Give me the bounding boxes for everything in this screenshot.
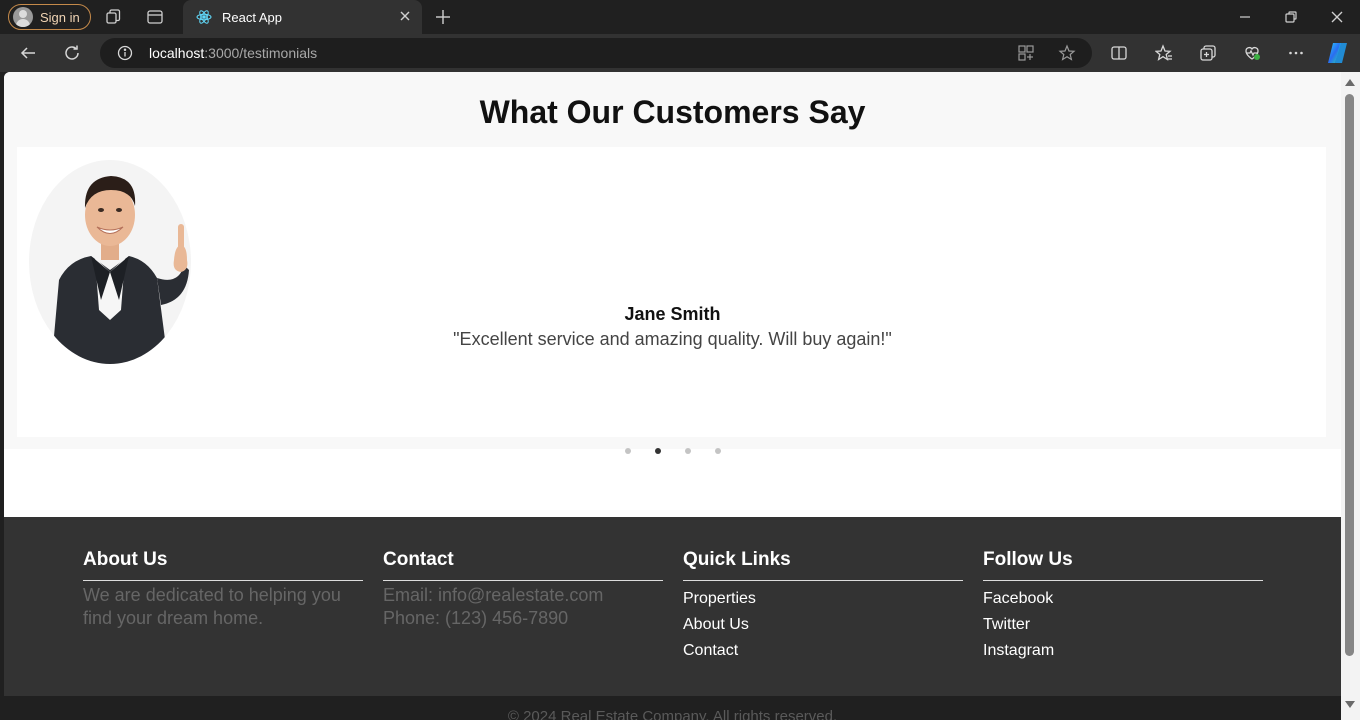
footer-heading-about: About Us (83, 549, 363, 581)
footer-heading-quick-links: Quick Links (683, 549, 963, 581)
footer-heading-follow: Follow Us (983, 549, 1263, 581)
footer-copyright: © 2024 Real Estate Company. All rights r… (4, 696, 1341, 720)
carousel-dot[interactable] (613, 446, 643, 456)
page-title: What Our Customers Say (479, 94, 866, 130)
footer-about-text: We are dedicated to helping you find you… (83, 585, 341, 628)
footer-link-contact[interactable]: Contact (683, 641, 963, 660)
url-path: :3000/testimonials (204, 45, 318, 61)
footer-link-properties[interactable]: Properties (683, 589, 963, 608)
carousel-dot[interactable] (703, 446, 733, 456)
url-text[interactable]: localhost:3000/testimonials (149, 45, 317, 61)
footer-follow: Follow Us Facebook Twitter Instagram (983, 549, 1263, 660)
favorite-star-icon[interactable] (1058, 44, 1076, 62)
more-options-icon[interactable] (1287, 44, 1305, 62)
testimonial-quote: "Excellent service and amazing quality. … (453, 329, 892, 349)
tab-actions-icon[interactable] (146, 8, 164, 26)
carousel-dot[interactable] (673, 446, 703, 456)
footer-about: About Us We are dedicated to helping you… (83, 549, 363, 630)
footer-link-about[interactable]: About Us (683, 615, 963, 634)
favorites-icon[interactable] (1155, 44, 1173, 62)
testimonials-section: What Our Customers Say Jane Smith "Excel… (4, 72, 1341, 454)
browser-toolbar: localhost:3000/testimonials (0, 34, 1360, 72)
tab-react-app[interactable]: React App (183, 0, 422, 34)
copilot-icon[interactable] (1326, 42, 1350, 64)
sign-in-button[interactable]: Sign in (8, 4, 91, 30)
footer-link-instagram[interactable]: Instagram (983, 641, 1263, 660)
back-arrow-icon[interactable] (19, 44, 37, 62)
react-logo-icon (196, 10, 212, 24)
browser-title-bar: Sign in React App (0, 0, 1360, 34)
minimize-icon[interactable] (1236, 8, 1254, 26)
sign-in-label: Sign in (40, 9, 80, 25)
scrollbar-thumb[interactable] (1345, 94, 1354, 656)
site-info-icon[interactable] (117, 45, 133, 61)
scroll-down-arrow-icon[interactable] (1345, 701, 1355, 708)
restore-icon[interactable] (1282, 8, 1300, 26)
site-footer: About Us We are dedicated to helping you… (4, 517, 1341, 720)
carousel-dot-active[interactable] (643, 446, 673, 456)
new-tab-icon[interactable] (434, 8, 452, 26)
carousel-dots (4, 446, 1341, 456)
footer-contact-phone: Phone: (123) 456-7890 (383, 608, 569, 628)
scroll-up-arrow-icon[interactable] (1345, 79, 1355, 86)
footer-quick-links: Quick Links Properties About Us Contact (683, 549, 963, 660)
page-scrollbar[interactable] (1341, 72, 1360, 720)
testimonial-card (17, 147, 1326, 437)
close-tab-icon[interactable] (398, 9, 412, 23)
footer-contact-email: Email: info@realestate.com (383, 585, 604, 605)
tab-title: React App (222, 9, 282, 25)
testimonial-author: Jane Smith (624, 304, 721, 324)
workspaces-icon[interactable] (104, 8, 122, 26)
footer-link-twitter[interactable]: Twitter (983, 615, 1263, 634)
address-bar[interactable]: localhost:3000/testimonials (100, 38, 1092, 68)
split-screen-icon[interactable] (1110, 44, 1128, 62)
profile-avatar-icon (13, 7, 33, 27)
refresh-icon[interactable] (63, 44, 81, 62)
url-host: localhost (149, 45, 205, 61)
page-viewport: What Our Customers Say Jane Smith "Excel… (4, 72, 1341, 720)
footer-heading-contact: Contact (383, 549, 663, 581)
footer-link-facebook[interactable]: Facebook (983, 589, 1263, 608)
collections-icon[interactable] (1199, 44, 1217, 62)
close-window-icon[interactable] (1328, 8, 1346, 26)
browser-essentials-icon[interactable] (1243, 44, 1261, 62)
app-available-icon[interactable] (1017, 44, 1035, 62)
footer-contact: Contact Email: info@realestate.com Phone… (383, 549, 663, 630)
